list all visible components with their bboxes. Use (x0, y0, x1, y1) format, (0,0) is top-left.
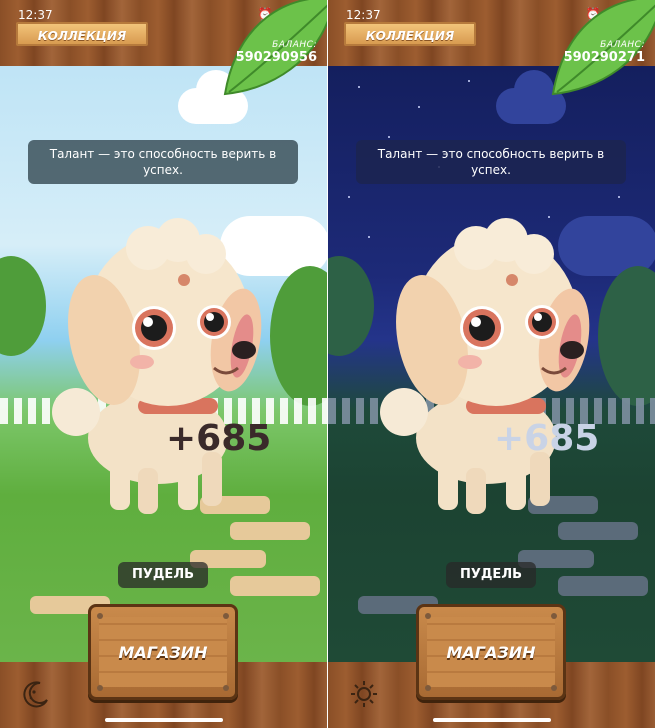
bolt (551, 613, 557, 619)
collection-button[interactable]: КОЛЛЕКЦИЯ (344, 22, 476, 46)
bolt (97, 613, 103, 619)
score-popup: +685 (166, 418, 272, 459)
star (468, 80, 470, 82)
balance-value: 590290956 (235, 50, 317, 65)
shop-button[interactable]: МАГАЗИН (88, 604, 238, 700)
star (358, 86, 360, 88)
shop-button-label: МАГАЗИН (118, 643, 208, 662)
balance-display: БАЛАНС: 590290271 (564, 40, 645, 65)
star (618, 196, 620, 198)
balance-label: БАЛАНС: (272, 40, 317, 50)
phone-screen-night: 12:37 ⏰ ◠ 57 КОЛЛЕКЦИЯ БАЛАНС: 590290271… (328, 0, 655, 728)
home-indicator[interactable] (433, 718, 551, 722)
path-stone (230, 522, 310, 540)
quote-banner: Талант — это способность верить в успех. (356, 140, 626, 184)
collection-button[interactable]: КОЛЛЕКЦИЯ (16, 22, 148, 46)
balance-label: БАЛАНС: (600, 40, 645, 50)
shop-button-label: МАГАЗИН (446, 643, 536, 662)
bolt (425, 613, 431, 619)
tree (270, 266, 327, 406)
path-stone (230, 576, 320, 596)
poodle-character[interactable] (366, 200, 606, 520)
home-indicator[interactable] (105, 718, 223, 722)
path-stone (558, 576, 648, 596)
breed-label: ПУДЕЛЬ (446, 562, 536, 588)
quote-banner: Талант — это способность верить в успех. (28, 140, 298, 184)
breed-label: ПУДЕЛЬ (118, 562, 208, 588)
status-time: 12:37 (346, 8, 381, 22)
phone-screen-day: 12:37 ⏰ ◠ 57 КОЛЛЕКЦИЯ БАЛАНС: 590290956… (0, 0, 327, 728)
shop-button[interactable]: МАГАЗИН (416, 604, 566, 700)
star (388, 136, 390, 138)
score-popup: +685 (494, 418, 600, 459)
star (348, 196, 350, 198)
sun-icon[interactable] (350, 680, 378, 708)
tree (598, 266, 655, 406)
bolt (425, 685, 431, 691)
path-stone (558, 522, 638, 540)
comparison-screenshot: 12:37 ⏰ ◠ 57 КОЛЛЕКЦИЯ БАЛАНС: 590290956… (0, 0, 655, 728)
balance-display: БАЛАНС: 590290956 (236, 40, 317, 65)
moon-icon[interactable] (22, 680, 50, 708)
bolt (223, 613, 229, 619)
status-time: 12:37 (18, 8, 53, 22)
bolt (551, 685, 557, 691)
poodle-character[interactable] (38, 200, 278, 520)
star (418, 106, 420, 108)
bolt (223, 685, 229, 691)
balance-value: 590290271 (563, 50, 645, 65)
bolt (97, 685, 103, 691)
